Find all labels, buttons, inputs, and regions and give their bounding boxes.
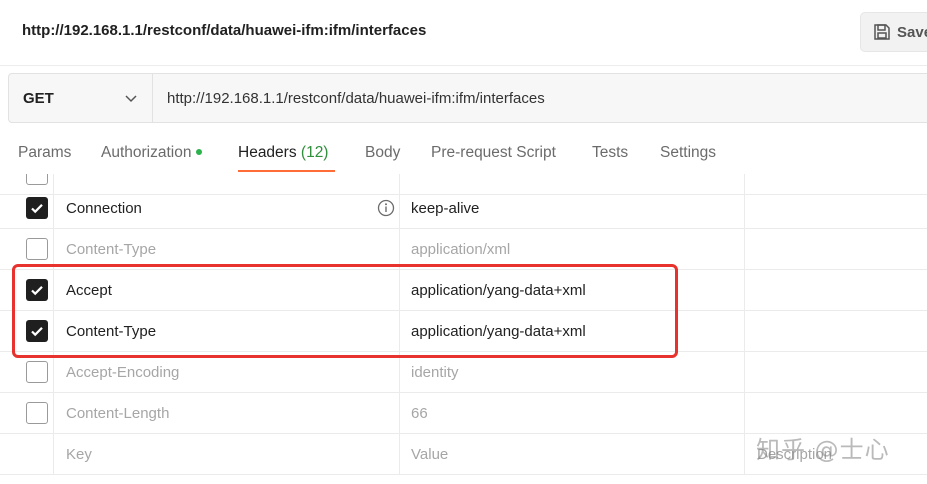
url-input[interactable]: http://192.168.1.1/restconf/data/huawei-… — [153, 74, 927, 122]
header-description[interactable] — [745, 270, 927, 310]
row-checkbox[interactable] — [26, 174, 48, 185]
header-value[interactable]: keep-alive — [400, 188, 745, 228]
checkmark-icon — [31, 327, 43, 337]
auth-status-dot — [196, 148, 203, 155]
checkmark-icon — [31, 286, 43, 296]
method-label: GET — [23, 89, 54, 107]
header-key[interactable]: Accept-Encoding — [54, 352, 400, 392]
header-key[interactable]: Content-Type — [54, 229, 400, 269]
save-icon — [874, 24, 890, 40]
header-key[interactable]: Content-Length — [54, 393, 400, 433]
tab-settings[interactable]: Settings — [660, 144, 716, 162]
header-value[interactable]: application/xml — [400, 229, 745, 269]
save-label: Save — [897, 23, 927, 41]
header-key[interactable]: Connection — [54, 188, 400, 228]
header-value[interactable]: identity — [400, 352, 745, 392]
checkmark-icon — [31, 204, 43, 214]
row-checkbox[interactable] — [26, 197, 48, 219]
header-description[interactable] — [745, 229, 927, 269]
row-checkbox[interactable] — [26, 402, 48, 424]
row-checkbox[interactable] — [26, 320, 48, 342]
request-tabs: Params Authorization Headers (12) Body P… — [0, 128, 927, 174]
header-key[interactable]: Content-Type — [54, 311, 400, 351]
tab-body[interactable]: Body — [365, 144, 400, 162]
request-header-bar: http://192.168.1.1/restconf/data/huawei-… — [0, 0, 927, 66]
table-row: Accept-Encoding identity — [0, 352, 927, 393]
tab-pre-request-script[interactable]: Pre-request Script — [431, 144, 556, 162]
new-value-input[interactable]: Value — [400, 434, 745, 474]
header-value[interactable]: 66 — [400, 393, 745, 433]
save-button[interactable]: Save — [860, 12, 927, 52]
headers-table: Connection keep-alive Content-Type appli… — [0, 174, 927, 484]
header-description[interactable] — [745, 311, 927, 351]
header-description[interactable] — [745, 188, 927, 228]
header-description[interactable] — [745, 352, 927, 392]
row-checkbox[interactable] — [26, 361, 48, 383]
table-row: Accept application/yang-data+xml — [0, 270, 927, 311]
active-tab-indicator — [238, 170, 335, 172]
url-bar: GET http://192.168.1.1/restconf/data/hua… — [8, 73, 927, 123]
header-description[interactable] — [745, 393, 927, 433]
tab-tests[interactable]: Tests — [592, 144, 628, 162]
header-value[interactable]: application/yang-data+xml — [400, 270, 745, 310]
row-checkbox[interactable] — [26, 238, 48, 260]
chevron-down-icon — [124, 91, 138, 105]
header-key[interactable]: Accept — [54, 270, 400, 310]
table-row-new: Key Value Description — [0, 434, 927, 475]
request-title[interactable]: http://192.168.1.1/restconf/data/huawei-… — [22, 22, 426, 39]
table-row: Content-Type application/xml — [0, 229, 927, 270]
table-row: Content-Type application/yang-data+xml — [0, 311, 927, 352]
info-icon[interactable] — [377, 199, 395, 217]
new-key-input[interactable]: Key — [54, 434, 400, 474]
table-row: Content-Length 66 — [0, 393, 927, 434]
tab-params[interactable]: Params — [18, 144, 71, 162]
tab-headers[interactable]: Headers (12) — [238, 144, 328, 162]
method-select[interactable]: GET — [9, 74, 153, 122]
table-row: Connection keep-alive — [0, 188, 927, 229]
headers-count: (12) — [300, 144, 329, 161]
row-checkbox[interactable] — [26, 279, 48, 301]
tab-authorization[interactable]: Authorization — [101, 144, 203, 162]
new-description-input[interactable]: Description — [745, 434, 927, 474]
header-value[interactable]: application/yang-data+xml — [400, 311, 745, 351]
